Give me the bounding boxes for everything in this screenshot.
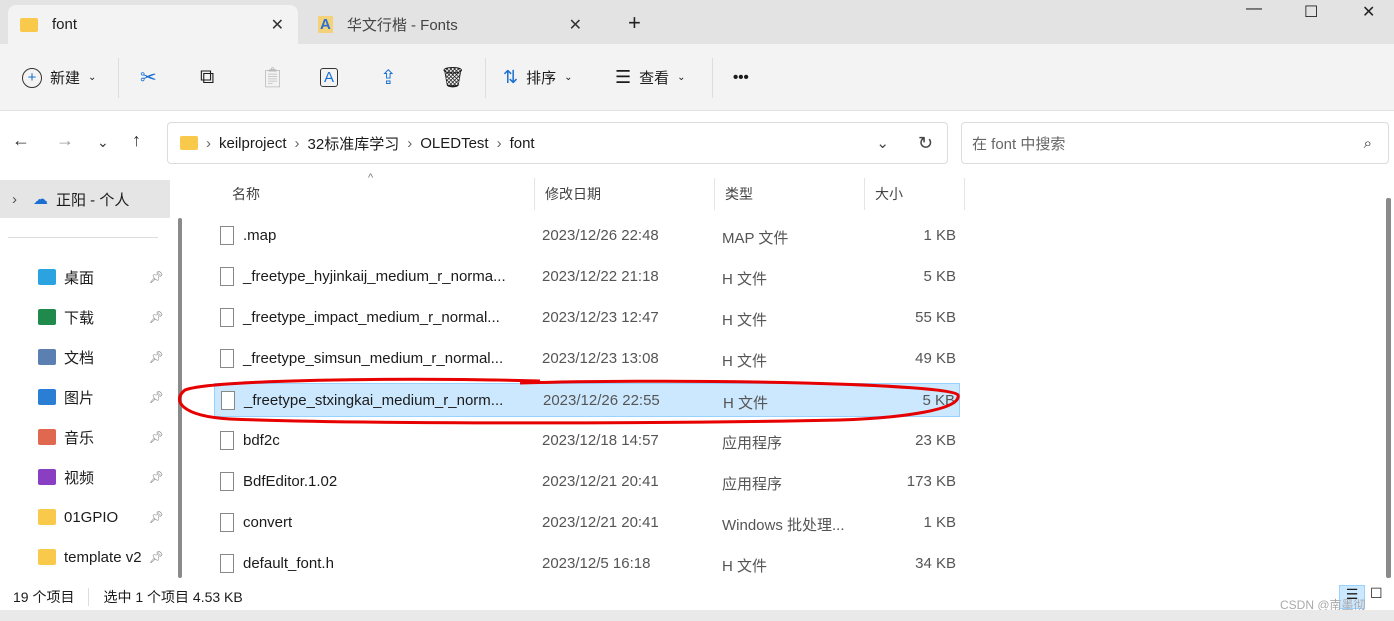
tiles-view-button[interactable]: ☐ bbox=[1370, 585, 1383, 602]
selection-info: 选中 1 个项目 4.53 KB bbox=[103, 588, 243, 605]
item-count: 19 个项目 bbox=[13, 588, 75, 605]
divider bbox=[88, 587, 90, 606]
background-window bbox=[0, 610, 1394, 621]
red-annotation-ellipse bbox=[178, 377, 960, 425]
status-bar: 19 个项目 选中 1 个项目 4.53 KB ☰ ☐ CSDN @南墨彻 bbox=[0, 583, 1394, 612]
